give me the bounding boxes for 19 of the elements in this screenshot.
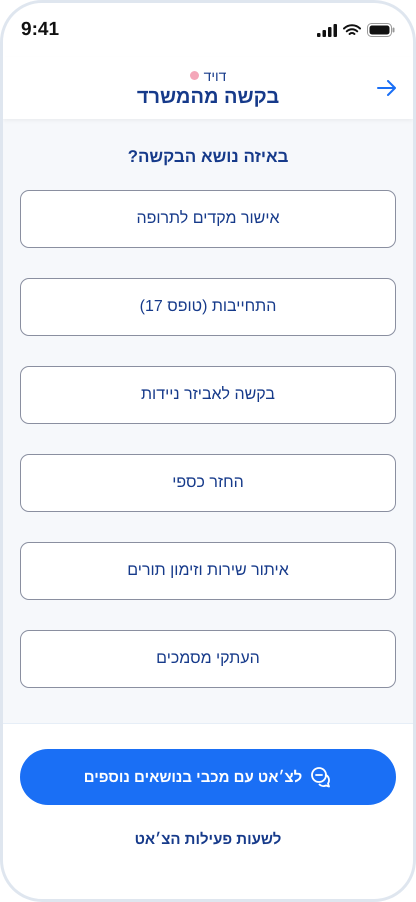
status-dot xyxy=(190,71,199,80)
topic-button[interactable]: התחייבות (טופס 17) xyxy=(20,278,396,336)
topic-button[interactable]: בקשה לאביזר ניידות xyxy=(20,366,396,424)
topic-button[interactable]: החזר כספי xyxy=(20,454,396,512)
battery-icon xyxy=(367,23,395,37)
chat-button[interactable]: לצ׳אט עם מכבי בנושאים נוספים xyxy=(20,749,396,805)
page-title: בקשה מהמשרד xyxy=(136,86,280,108)
chat-hours-link[interactable]: לשעות פעילות הצ׳אט xyxy=(134,831,282,848)
chat-bubbles-icon xyxy=(310,766,332,788)
question-heading: באיזה נושא הבקשה? xyxy=(126,147,290,167)
back-button[interactable] xyxy=(375,78,399,98)
topic-button[interactable]: אישור מקדים לתרופה xyxy=(20,190,396,248)
status-time: 9:41 xyxy=(21,19,60,41)
topic-button[interactable]: איתור שירות וזימון תורים xyxy=(20,542,396,600)
user-name: דויד xyxy=(204,68,226,84)
arrow-icon xyxy=(377,80,397,96)
signal-icon xyxy=(317,24,337,36)
wifi-icon xyxy=(343,24,361,36)
topic-button[interactable]: העתקי מסמכים xyxy=(20,630,396,688)
